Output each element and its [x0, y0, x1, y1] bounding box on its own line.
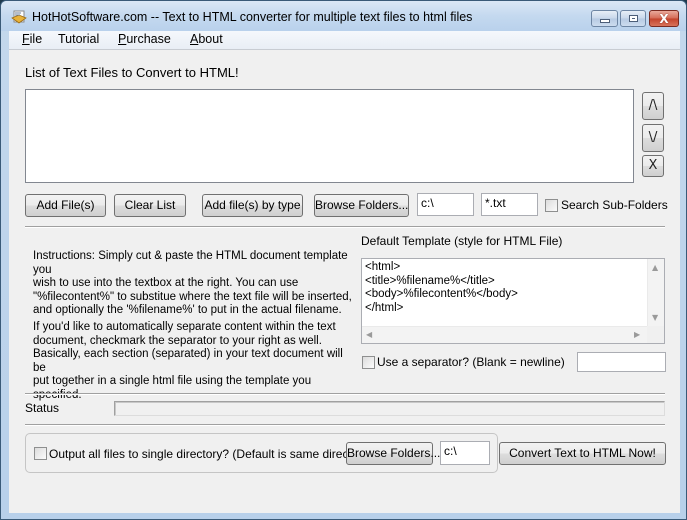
menu-file-label: ile: [29, 32, 43, 46]
move-up-button[interactable]: /\: [642, 92, 664, 120]
menu-about[interactable]: About: [187, 32, 226, 46]
instructions-line: put together in a single html file using…: [33, 375, 312, 401]
status-label: Status: [25, 401, 60, 415]
scroll-left-icon[interactable]: ◀: [366, 330, 372, 339]
divider: [25, 226, 665, 228]
menu-tutorial[interactable]: Tutorial: [55, 32, 102, 46]
separator-input[interactable]: [577, 352, 666, 372]
main-window: HotHotSoftware.com -- Text to HTML conve…: [0, 0, 687, 520]
file-list[interactable]: [25, 89, 634, 183]
scroll-up-icon[interactable]: ▲: [652, 263, 658, 272]
divider: [25, 424, 665, 426]
template-textarea[interactable]: <html> <title>%filename%</title> <body>%…: [361, 258, 665, 344]
separator-checkbox[interactable]: [362, 356, 375, 369]
instructions-line: document, checkmark the separator to you…: [33, 334, 322, 347]
add-files-button[interactable]: Add File(s): [25, 194, 106, 217]
add-by-type-button[interactable]: Add file(s) by type: [202, 194, 303, 217]
scroll-down-icon[interactable]: ▼: [652, 313, 658, 322]
move-down-button[interactable]: \/: [642, 124, 664, 152]
maximize-button[interactable]: [620, 10, 646, 27]
single-directory-label: Output all files to single directory? (D…: [49, 447, 373, 461]
scroll-right-icon[interactable]: ▶: [634, 330, 640, 339]
menu-purchase[interactable]: Purchase: [115, 32, 174, 46]
client-area: File Tutorial Purchase About List of Tex…: [9, 31, 680, 513]
instructions-line: Basically, each section (separated) in y…: [33, 348, 343, 374]
menu-file-mnemonic: F: [22, 32, 30, 46]
browse-folders-button[interactable]: Browse Folders...: [314, 194, 409, 217]
file-pattern-input[interactable]: *.txt: [481, 193, 538, 216]
menu-about-label: bout: [198, 32, 223, 46]
folder-path-input[interactable]: c:\: [417, 193, 474, 216]
single-directory-checkbox[interactable]: [34, 447, 47, 460]
instructions-line: Instructions: Simply cut & paste the HTM…: [33, 250, 348, 276]
template-label: Default Template (style for HTML File): [361, 234, 563, 248]
menu-file[interactable]: File: [19, 32, 45, 46]
clear-list-button[interactable]: Clear List: [114, 194, 186, 217]
template-horizontal-scrollbar[interactable]: ◀ ▶: [362, 326, 647, 343]
instructions-line: If you'd like to automatically separate …: [33, 321, 336, 333]
file-list-heading: List of Text Files to Convert to HTML!: [25, 65, 239, 80]
divider: [25, 393, 665, 395]
close-icon: X: [648, 158, 658, 173]
minimize-icon: [599, 19, 610, 23]
close-button[interactable]: X: [649, 10, 679, 27]
search-subfolders-label: Search Sub-Folders: [561, 198, 668, 212]
convert-button[interactable]: Convert Text to HTML Now!: [499, 442, 666, 465]
output-path-input[interactable]: c:\: [440, 441, 490, 465]
instructions-line: wish to use into the textbox at the righ…: [33, 277, 299, 289]
maximize-icon: [628, 15, 638, 22]
window-title: HotHotSoftware.com -- Text to HTML conve…: [32, 10, 473, 24]
title-bar[interactable]: HotHotSoftware.com -- Text to HTML conve…: [1, 1, 686, 31]
chevron-down-icon: \/: [648, 130, 658, 145]
status-progress-bar: [114, 401, 665, 416]
separator-label: Use a separator? (Blank = newline): [377, 355, 565, 369]
instructions-line: and optionally the '%filename%' to put i…: [33, 304, 342, 316]
output-browse-folders-button[interactable]: Browse Folders...: [346, 442, 440, 465]
close-icon: X: [659, 11, 669, 26]
instructions-paragraph-1: Instructions: Simply cut & paste the HTM…: [33, 250, 353, 318]
menu-tutorial-label: Tutorial: [58, 32, 100, 46]
template-content: <html> <title>%filename%</title> <body>%…: [365, 261, 518, 314]
chevron-up-icon: /\: [648, 98, 658, 113]
app-icon: [11, 10, 27, 24]
remove-file-button[interactable]: X: [642, 155, 664, 177]
scroll-corner: [647, 326, 664, 343]
instructions-line: "%filecontent%" to substitue where the t…: [33, 290, 352, 303]
menu-bar: File Tutorial Purchase About: [9, 31, 680, 50]
minimize-button[interactable]: [591, 10, 618, 27]
search-subfolders-checkbox[interactable]: [545, 199, 558, 212]
template-vertical-scrollbar[interactable]: ▲ ▼: [647, 259, 664, 327]
menu-purchase-label: urchase: [126, 32, 171, 46]
instructions-paragraph-2: If you'd like to automatically separate …: [33, 321, 353, 402]
